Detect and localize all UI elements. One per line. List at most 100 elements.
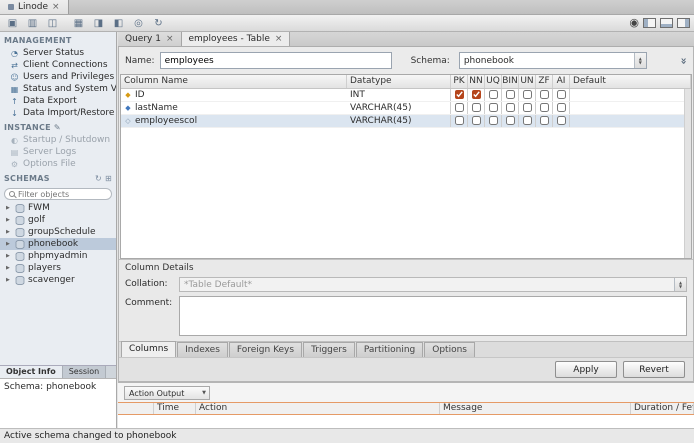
stepper-icon[interactable]: ▲ ▼	[674, 278, 686, 291]
tab-columns[interactable]: Columns	[121, 341, 177, 357]
revert-button[interactable]: Revert	[623, 361, 685, 378]
connection-tab[interactable]: Linode ×	[0, 0, 69, 14]
server-logs-icon: ▤	[10, 147, 19, 157]
expand-schemas-icon[interactable]: ⊞	[105, 174, 112, 183]
output-col-icon	[118, 403, 154, 414]
un-checkbox[interactable]	[522, 116, 532, 125]
database-icon	[15, 203, 25, 213]
schema-select[interactable]: phonebook ▲ ▼	[458, 52, 647, 69]
schema-filter-input[interactable]	[18, 189, 98, 199]
sidebar-item-status-variables[interactable]: ▦ Status and System Variables	[0, 83, 116, 95]
chevron-right-icon[interactable]: ▶	[6, 265, 12, 271]
sidebar-item-server-status[interactable]: ◔ Server Status	[0, 47, 116, 59]
create-view-icon[interactable]: ◨	[90, 16, 107, 30]
apply-button[interactable]: Apply	[555, 361, 617, 378]
nn-checkbox[interactable]	[471, 103, 481, 112]
sidebar-item-data-import[interactable]: ↓ Data Import/Restore	[0, 107, 116, 119]
schema-item-golf[interactable]: ▶ golf	[0, 214, 116, 226]
bin-checkbox[interactable]	[505, 116, 515, 125]
table-name-input[interactable]	[159, 52, 392, 69]
toggle-left-panel-icon[interactable]	[643, 17, 656, 28]
pk-checkbox[interactable]	[454, 90, 464, 99]
chevron-right-icon[interactable]: ▶	[6, 241, 12, 247]
sidebar-item-users-privileges[interactable]: ☺ Users and Privileges	[0, 71, 116, 83]
schema-filter[interactable]	[4, 188, 112, 200]
schema-item-fwm[interactable]: ▶ FWM	[0, 202, 116, 214]
tab-object-info[interactable]: Object Info	[0, 366, 63, 378]
tab-query-1[interactable]: Query 1 ×	[118, 32, 182, 46]
status-icon[interactable]: ◉	[629, 16, 639, 29]
reconnect-icon[interactable]: ↻	[150, 16, 167, 30]
create-procedure-icon[interactable]: ◧	[110, 16, 127, 30]
object-info-panel: Schema: phonebook	[0, 378, 116, 428]
schema-item-phpmyadmin[interactable]: ▶ phpmyadmin	[0, 250, 116, 262]
chevron-right-icon[interactable]: ▶	[6, 253, 12, 259]
sidebar-item-client-connections[interactable]: ⇄ Client Connections	[0, 59, 116, 71]
chevron-right-icon[interactable]: ▶	[6, 205, 12, 211]
sidebar-item-data-export[interactable]: ↑ Data Export	[0, 95, 116, 107]
zf-checkbox[interactable]	[539, 103, 549, 112]
output-selector[interactable]: Action Output ▼	[124, 386, 210, 400]
un-checkbox[interactable]	[522, 90, 532, 99]
collapse-header-icon[interactable]: »	[677, 57, 690, 64]
table-row[interactable]: ◆ lastName VARCHAR(45)	[121, 102, 691, 115]
new-query-icon[interactable]: ▣	[4, 16, 21, 30]
schema-item-phonebook[interactable]: ▶ phonebook	[0, 238, 116, 250]
schema-item-scavenger[interactable]: ▶ scavenger	[0, 274, 116, 286]
create-table-icon[interactable]: ▦	[70, 16, 87, 30]
zf-checkbox[interactable]	[539, 90, 549, 99]
comment-textarea[interactable]	[179, 296, 687, 336]
close-icon[interactable]: ×	[52, 2, 60, 12]
ai-checkbox[interactable]	[556, 90, 566, 99]
close-icon[interactable]: ×	[275, 34, 283, 44]
uq-checkbox[interactable]	[488, 103, 498, 112]
create-schema-icon[interactable]: ◫	[44, 16, 61, 30]
schema-item-players[interactable]: ▶ players	[0, 262, 116, 274]
connection-icon	[8, 4, 14, 10]
startup-shutdown-icon: ◐	[11, 135, 18, 145]
schema-item-groupschedule[interactable]: ▶ groupSchedule	[0, 226, 116, 238]
management-section-header: MANAGEMENT	[4, 36, 72, 45]
zf-checkbox[interactable]	[539, 116, 549, 125]
tab-employees-table[interactable]: employees - Table ×	[181, 32, 291, 46]
uq-checkbox[interactable]	[488, 116, 498, 125]
tab-triggers[interactable]: Triggers	[303, 342, 355, 357]
ai-checkbox[interactable]	[556, 103, 566, 112]
sidebar-item-options-file[interactable]: ⚙ Options File	[0, 158, 116, 170]
nn-checkbox[interactable]	[471, 90, 481, 99]
ai-checkbox[interactable]	[556, 116, 566, 125]
sidebar-item-startup-shutdown[interactable]: ◐ Startup / Shutdown	[0, 134, 116, 146]
tab-options[interactable]: Options	[424, 342, 475, 357]
refresh-schemas-icon[interactable]: ↻	[95, 174, 102, 183]
window-tab-strip: Linode ×	[0, 0, 694, 15]
tab-indexes[interactable]: Indexes	[177, 342, 228, 357]
primary-key-icon: ◆	[125, 91, 131, 99]
bin-checkbox[interactable]	[505, 90, 515, 99]
chevron-right-icon[interactable]: ▶	[6, 217, 12, 223]
chevron-right-icon[interactable]: ▶	[6, 277, 12, 283]
pk-checkbox[interactable]	[454, 103, 464, 112]
output-col-message: Message	[440, 403, 631, 414]
tab-session[interactable]: Session	[62, 366, 107, 378]
un-checkbox[interactable]	[522, 103, 532, 112]
table-row[interactable]: ◆ ID INT	[121, 89, 691, 102]
toggle-bottom-panel-icon[interactable]	[660, 17, 673, 28]
tab-partitioning[interactable]: Partitioning	[355, 342, 424, 357]
uq-checkbox[interactable]	[488, 90, 498, 99]
tab-foreign-keys[interactable]: Foreign Keys	[228, 342, 303, 357]
pk-checkbox[interactable]	[454, 116, 464, 125]
column-details-title: Column Details	[125, 263, 194, 273]
close-icon[interactable]: ×	[166, 34, 174, 44]
open-script-icon[interactable]: ▥	[24, 16, 41, 30]
search-icon[interactable]: ◎	[130, 16, 147, 30]
table-row[interactable]: ◇ employeescol VARCHAR(45)	[121, 115, 691, 128]
chevron-right-icon[interactable]: ▶	[6, 229, 12, 235]
collation-select[interactable]: *Table Default* ▲ ▼	[179, 277, 687, 292]
sidebar-item-server-logs[interactable]: ▤ Server Logs	[0, 146, 116, 158]
stepper-icon[interactable]: ▲ ▼	[633, 53, 646, 68]
toggle-right-panel-icon[interactable]	[677, 17, 690, 28]
bin-checkbox[interactable]	[505, 103, 515, 112]
vertical-scrollbar[interactable]	[684, 89, 691, 258]
nn-checkbox[interactable]	[471, 116, 481, 125]
search-icon	[9, 191, 15, 197]
